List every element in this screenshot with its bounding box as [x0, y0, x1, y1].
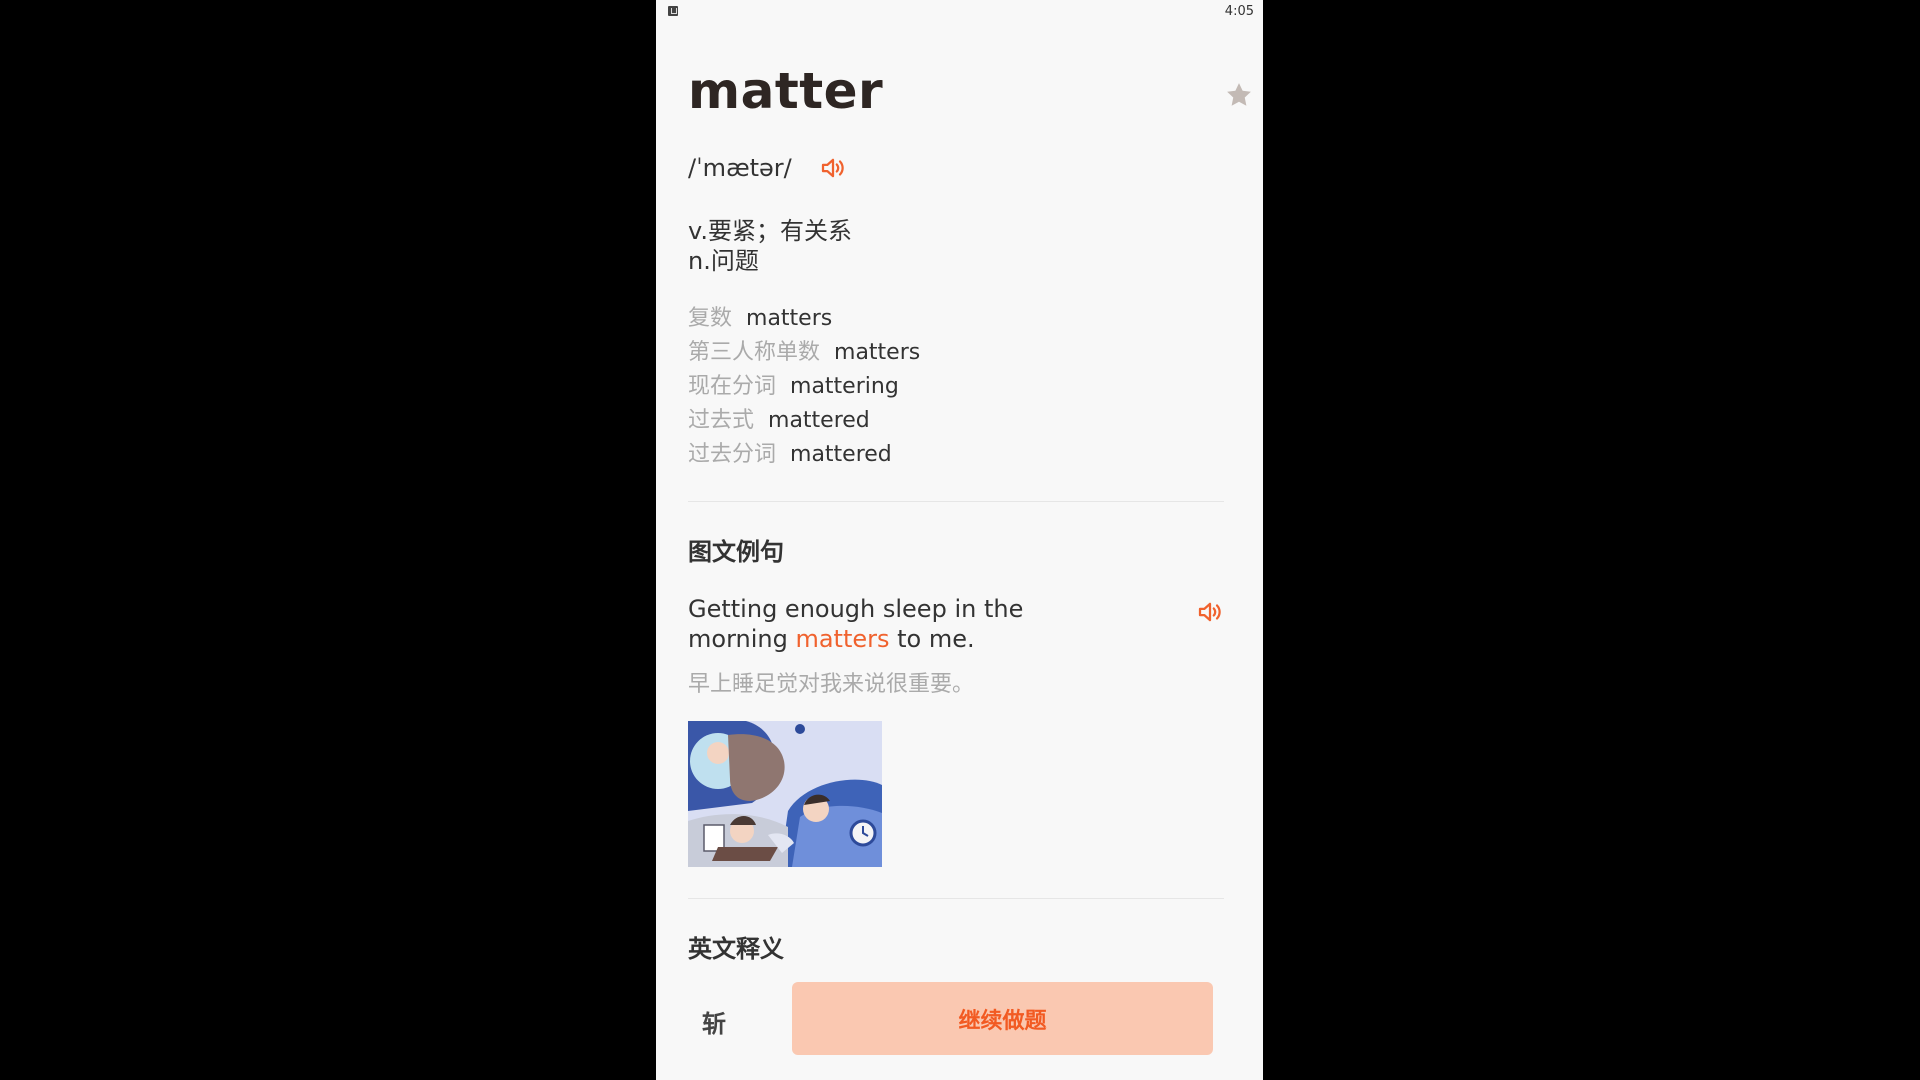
word-forms: 复数 matters 第三人称单数 matters 现在分词 mattering 过去…: [688, 302, 920, 472]
divider: [688, 898, 1224, 899]
form-value: matters: [834, 340, 921, 365]
status-bar: 4:05: [656, 0, 1263, 26]
form-row-third-person: 第三人称单数 matters: [688, 336, 920, 370]
headword: matter: [688, 62, 884, 120]
form-label: 过去分词: [688, 442, 777, 467]
star-icon[interactable]: [1224, 80, 1254, 110]
status-time: 4:05: [1224, 4, 1254, 19]
form-value: mattered: [790, 442, 892, 467]
example-speaker-icon[interactable]: [1195, 597, 1225, 627]
phonetic: /ˈmætər/: [688, 154, 792, 182]
example-highlight: matters: [795, 625, 890, 653]
definition-verb: v.要紧；有关系: [688, 217, 852, 245]
form-label: 现在分词: [688, 374, 777, 399]
bottom-action-bar: 斩 继续做题: [656, 982, 1263, 1055]
phone-screen: 4:05 matter /ˈmætər/ v.要紧；有关系 n.问题 复数 mat…: [656, 0, 1263, 1080]
example-illustration: [688, 721, 882, 867]
example-sentence: Getting enough sleep in the morning matt…: [688, 594, 1128, 654]
form-row-past-tense: 过去式 mattered: [688, 404, 920, 438]
english-definition-title: 英文释义: [688, 935, 784, 963]
form-label: 过去式: [688, 408, 755, 433]
definitions: v.要紧；有关系 n.问题: [688, 216, 852, 276]
form-value: matters: [746, 306, 833, 331]
example-text-end: to me.: [889, 625, 975, 653]
notification-icon: [668, 6, 678, 16]
continue-button[interactable]: 继续做题: [792, 982, 1213, 1055]
form-label: 第三人称单数: [688, 340, 821, 365]
example-translation: 早上睡足觉对我来说很重要。: [688, 672, 975, 697]
form-label: 复数: [688, 306, 733, 331]
form-row-plural: 复数 matters: [688, 302, 920, 336]
example-section-title: 图文例句: [688, 538, 784, 566]
form-value: mattering: [790, 374, 899, 399]
form-row-past-participle: 过去分词 mattered: [688, 438, 920, 472]
divider: [688, 501, 1224, 502]
form-row-present-participle: 现在分词 mattering: [688, 370, 920, 404]
definition-noun: n.问题: [688, 247, 759, 275]
speaker-icon[interactable]: [818, 153, 848, 183]
pronunciation-row: /ˈmætər/: [688, 151, 848, 185]
form-value: mattered: [768, 408, 870, 433]
slash-button[interactable]: 斩: [702, 1004, 726, 1039]
